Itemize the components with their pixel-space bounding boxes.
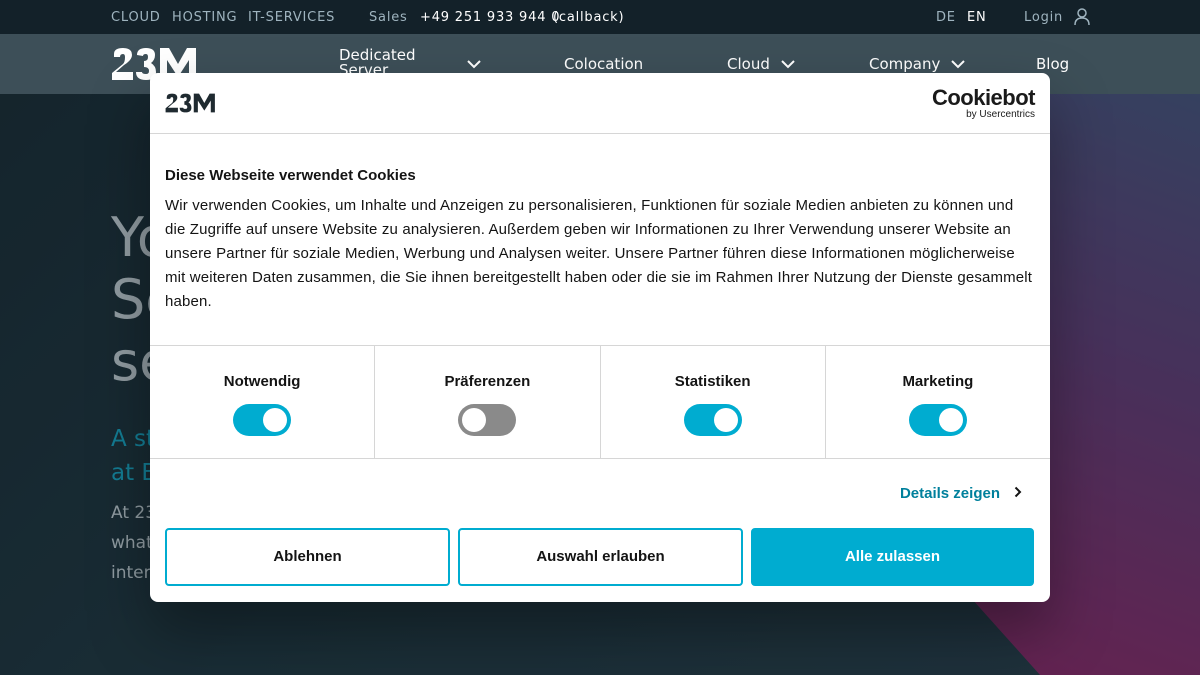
category-necessary: Notwendig: [150, 346, 376, 458]
sales-phone-link[interactable]: +49 251 933 944 0: [420, 10, 560, 25]
sales-label: Sales: [369, 10, 408, 25]
chevron-down-icon[interactable]: [466, 56, 482, 74]
chevron-right-icon: [1014, 485, 1022, 502]
category-label: Präferenzen: [444, 373, 531, 390]
callback-link[interactable]: (callback): [553, 10, 624, 25]
details-label: Details zeigen: [899, 485, 1000, 502]
consent-categories: Notwendig Präferenzen Statistiken Market…: [150, 345, 1050, 459]
lang-en-link[interactable]: EN: [967, 10, 987, 25]
toggle-preferences[interactable]: [458, 404, 517, 436]
top-utility-bar: CLOUD HOSTING IT-SERVICES Sales +49 251 …: [0, 0, 1200, 34]
cookiebot-logo[interactable]: Cookiebot by Usercentrics: [931, 85, 1036, 121]
topbar-link-it-services[interactable]: IT-SERVICES: [248, 10, 335, 25]
toggle-knob: [938, 408, 963, 432]
toggle-marketing[interactable]: [908, 404, 967, 436]
toggle-necessary[interactable]: [233, 404, 292, 436]
site-logo-small: [165, 91, 219, 115]
cookie-consent-dialog: Cookiebot by Usercentrics Diese Webseite…: [150, 73, 1050, 602]
nav-cloud[interactable]: Cloud: [727, 55, 770, 73]
cookiebot-brand-sub: by Usercentrics: [966, 109, 1035, 120]
category-label: Marketing: [902, 373, 974, 390]
chevron-down-icon[interactable]: [950, 56, 966, 74]
category-label: Notwendig: [223, 373, 301, 390]
user-icon[interactable]: [1074, 8, 1090, 30]
nav-company[interactable]: Company: [869, 55, 940, 73]
allow-all-button[interactable]: Alle zulassen: [751, 528, 1034, 586]
dialog-header: Cookiebot by Usercentrics: [150, 73, 1050, 134]
category-label: Statistiken: [674, 373, 751, 390]
reject-button[interactable]: Ablehnen: [165, 528, 450, 586]
cookiebot-brand-name: Cookiebot: [931, 85, 1036, 110]
allow-selection-button[interactable]: Auswahl erlauben: [458, 528, 743, 586]
topbar-link-cloud[interactable]: CLOUD: [111, 10, 161, 25]
toggle-knob: [462, 408, 487, 432]
toggle-statistics[interactable]: [683, 404, 742, 436]
toggle-knob: [263, 408, 288, 432]
login-link[interactable]: Login: [1024, 10, 1063, 25]
details-link[interactable]: Details zeigen: [900, 485, 1022, 502]
toggle-knob: [713, 408, 738, 432]
topbar-link-hosting[interactable]: HOSTING: [172, 10, 237, 25]
chevron-down-icon[interactable]: [780, 56, 796, 74]
lang-de-link[interactable]: DE: [936, 10, 956, 25]
category-statistics: Statistiken: [601, 346, 826, 458]
dialog-description: Wir verwenden Cookies, um Inhalte und An…: [165, 197, 1033, 310]
dialog-title: Diese Webseite verwendet Cookies: [165, 167, 416, 184]
category-preferences: Präferenzen: [375, 346, 601, 458]
nav-colocation[interactable]: Colocation: [564, 55, 643, 73]
category-marketing: Marketing: [826, 346, 1050, 458]
nav-blog[interactable]: Blog: [1036, 55, 1069, 73]
